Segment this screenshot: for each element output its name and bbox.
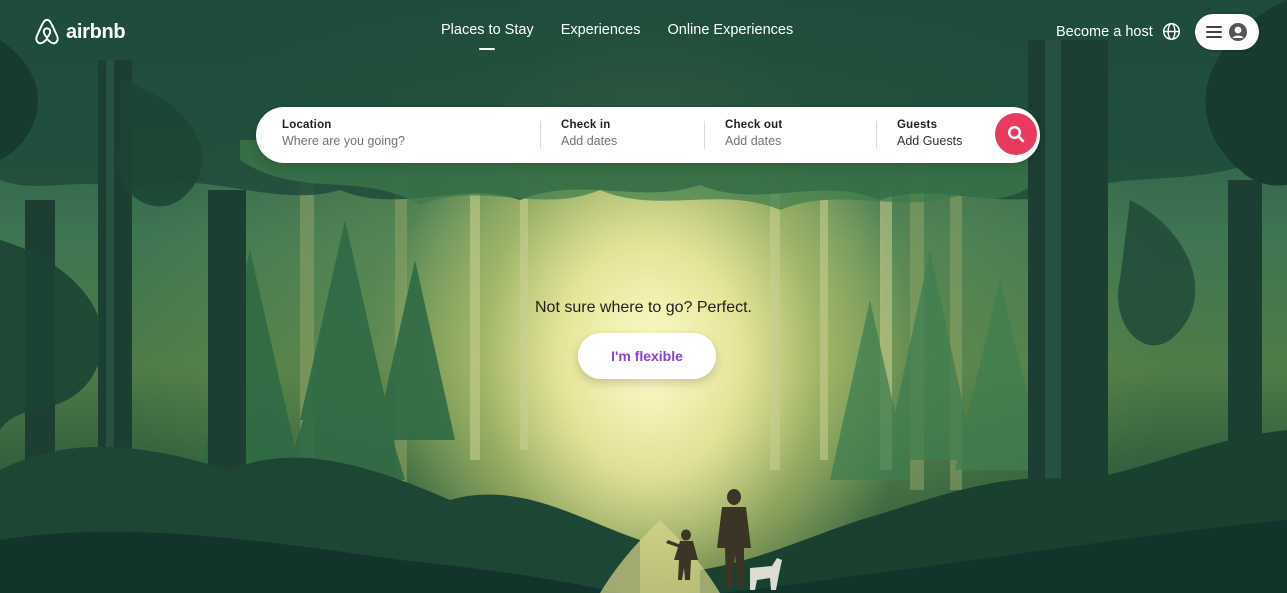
- brand-name: airbnb: [66, 20, 126, 43]
- check-out-value: Add dates: [725, 134, 782, 148]
- nav-places-to-stay[interactable]: Places to Stay: [441, 22, 534, 38]
- globe-icon[interactable]: [1162, 22, 1181, 41]
- flexible-prompt: Not sure where to go? Perfect.: [535, 299, 752, 316]
- guests-field[interactable]: Guests Add Guests: [897, 107, 992, 163]
- nav-experiences[interactable]: Experiences: [561, 22, 641, 38]
- guests-label: Guests: [897, 119, 938, 131]
- forest-illustration: [0, 0, 1287, 593]
- airbnb-logo[interactable]: airbnb: [34, 18, 126, 46]
- location-label: Location: [282, 119, 332, 131]
- hamburger-icon: [1206, 26, 1222, 38]
- check-out-label: Check out: [725, 119, 783, 131]
- hero-background: [0, 0, 1287, 593]
- search-divider: [704, 121, 705, 149]
- search-divider: [876, 121, 877, 149]
- search-icon: [1007, 125, 1025, 143]
- airbnb-belo-icon: [35, 18, 59, 45]
- search-divider: [540, 121, 541, 149]
- location-input[interactable]: [282, 134, 482, 148]
- become-a-host-link[interactable]: Become a host: [1056, 24, 1153, 40]
- check-in-label: Check in: [561, 119, 611, 131]
- user-avatar-icon: [1229, 23, 1247, 41]
- user-menu-button[interactable]: [1195, 14, 1259, 50]
- search-bar: Location Check in Add dates Check out Ad…: [256, 107, 1040, 163]
- nav-online-experiences[interactable]: Online Experiences: [667, 22, 793, 38]
- top-header: airbnb Places to Stay Experiences Online…: [0, 0, 1287, 64]
- check-out-field[interactable]: Check out Add dates: [725, 107, 865, 163]
- search-button[interactable]: [995, 113, 1037, 155]
- im-flexible-button[interactable]: I'm flexible: [578, 333, 716, 379]
- check-in-field[interactable]: Check in Add dates: [561, 107, 701, 163]
- location-field[interactable]: Location: [282, 107, 532, 163]
- main-nav: Places to Stay Experiences Online Experi…: [441, 22, 793, 38]
